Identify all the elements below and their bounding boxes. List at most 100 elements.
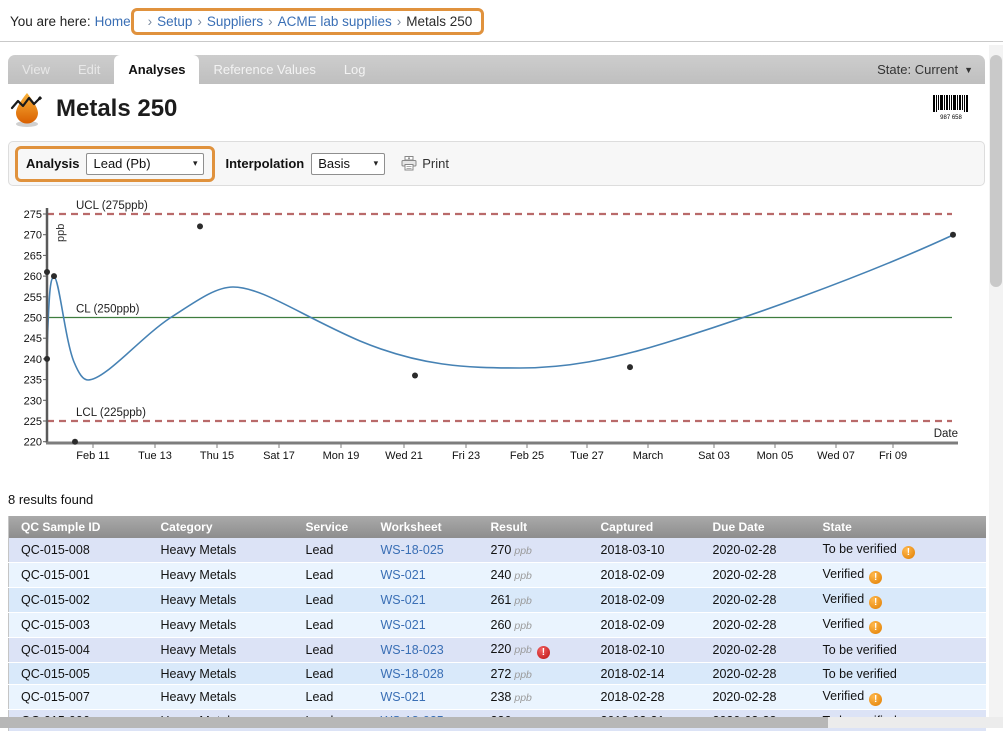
captured-cell: 2018-02-09 [589, 588, 701, 613]
column-header[interactable]: Worksheet [369, 516, 479, 538]
divider [0, 41, 1003, 42]
barcode-number: 987 658 [940, 115, 962, 121]
state-label: To be verified [823, 542, 897, 556]
tab-analyses[interactable]: Analyses [114, 55, 199, 84]
column-header[interactable]: QC Sample ID [9, 516, 149, 538]
result-cell: 220ppb! [479, 638, 589, 663]
column-header[interactable]: Service [294, 516, 369, 538]
captured-cell: 2018-02-10 [589, 638, 701, 663]
result-unit: ppb [514, 669, 532, 681]
x-tick-label: March [633, 450, 664, 462]
horizontal-scrollbar-thumb[interactable] [0, 717, 828, 728]
tab-reference-values[interactable]: Reference Values [199, 55, 329, 84]
worksheet-cell: WS-18-023 [369, 638, 479, 663]
results-table: QC Sample IDCategoryServiceWorksheetResu… [8, 516, 986, 732]
column-header[interactable]: State [811, 516, 986, 538]
data-point [197, 223, 203, 229]
breadcrumb-suppliers[interactable]: Suppliers [207, 14, 263, 29]
tab-edit[interactable]: Edit [64, 55, 114, 84]
interpolation-select[interactable]: Basis ▾ [311, 153, 385, 175]
captured-cell: 2018-03-10 [589, 538, 701, 563]
interpolation-label: Interpolation [225, 156, 304, 171]
state-cell: Verified! [811, 613, 986, 638]
captured-cell: 2018-02-28 [589, 685, 701, 710]
category-cell: Heavy Metals [149, 563, 294, 588]
x-tick-label: Feb 11 [76, 450, 109, 462]
result-value: 240 [491, 568, 512, 582]
table-row: QC-015-007Heavy MetalsLeadWS-021238ppb20… [9, 685, 986, 710]
qc-sample-id-cell: QC-015-005 [9, 663, 149, 685]
result-unit: ppb [514, 692, 532, 704]
horizontal-scrollbar-track[interactable] [0, 717, 1003, 728]
worksheet-link[interactable]: WS-021 [381, 618, 426, 632]
interpolation-select-value: Basis [318, 156, 350, 171]
late-warning-icon: ! [869, 596, 882, 609]
result-value: 261 [491, 593, 512, 607]
state-label: To be verified [823, 667, 897, 681]
barcode[interactable]: 987 658 [932, 95, 970, 126]
worksheet-link[interactable]: WS-021 [381, 568, 426, 582]
x-tick-label: Mon 05 [757, 450, 794, 462]
table-row: QC-015-002Heavy MetalsLeadWS-021261ppb20… [9, 588, 986, 613]
column-header[interactable]: Captured [589, 516, 701, 538]
series-line [47, 235, 953, 380]
category-cell: Heavy Metals [149, 613, 294, 638]
x-tick-label: Sat 03 [698, 450, 730, 462]
service-cell: Lead [294, 663, 369, 685]
due-date-cell: 2020-02-28 [701, 563, 811, 588]
qc-sample-id-cell: QC-015-003 [9, 613, 149, 638]
column-header[interactable]: Due Date [701, 516, 811, 538]
tab-view[interactable]: View [8, 55, 64, 84]
worksheet-link[interactable]: WS-18-023 [381, 643, 444, 657]
breadcrumb-home[interactable]: Home [95, 14, 131, 29]
worksheet-link[interactable]: WS-021 [381, 593, 426, 607]
column-header[interactable]: Result [479, 516, 589, 538]
x-tick-label: Fri 09 [879, 450, 907, 462]
state-label: Verified [823, 592, 865, 606]
result-cell: 240ppb [479, 563, 589, 588]
x-tick-label: Tue 27 [570, 450, 604, 462]
captured-cell: 2018-02-09 [589, 563, 701, 588]
analysis-label: Analysis [26, 156, 79, 171]
vertical-scrollbar-thumb[interactable] [990, 55, 1002, 287]
x-tick-label: Tue 13 [138, 450, 172, 462]
state-cell: Verified! [811, 588, 986, 613]
data-point [412, 372, 418, 378]
state-dropdown[interactable]: State: Current ▼ [865, 55, 985, 84]
result-unit: ppb [514, 570, 532, 582]
tab-log[interactable]: Log [330, 55, 380, 84]
x-tick-label: Sat 17 [263, 450, 295, 462]
title-row: Metals 250 [10, 90, 177, 128]
due-date-cell: 2020-02-28 [701, 538, 811, 563]
result-cell: 261ppb [479, 588, 589, 613]
breadcrumb-supplier-acme[interactable]: ACME lab supplies [278, 14, 392, 29]
worksheet-link[interactable]: WS-18-028 [381, 667, 444, 681]
result-cell: 272ppb [479, 663, 589, 685]
category-cell: Heavy Metals [149, 588, 294, 613]
select-arrow-icon: ▾ [193, 158, 198, 169]
breadcrumb-separator: › [148, 14, 153, 29]
data-point [44, 356, 50, 362]
captured-cell: 2018-02-14 [589, 663, 701, 685]
service-cell: Lead [294, 685, 369, 710]
vertical-scrollbar-track[interactable] [989, 45, 1003, 717]
result-value: 220 [491, 642, 512, 656]
breadcrumb-prefix: You are here: [10, 14, 91, 29]
breadcrumb-setup[interactable]: Setup [157, 14, 192, 29]
y-tick-label: 260 [24, 271, 42, 283]
print-button[interactable]: Print [401, 156, 449, 171]
printer-icon [401, 156, 417, 171]
worksheet-link[interactable]: WS-18-025 [381, 543, 444, 557]
worksheet-link[interactable]: WS-021 [381, 690, 426, 704]
x-tick-label: Thu 15 [200, 450, 234, 462]
analysis-controls-panel: Analysis Lead (Pb) ▾ Interpolation Basis… [8, 141, 985, 186]
qc-sample-id-cell: QC-015-004 [9, 638, 149, 663]
worksheet-cell: WS-18-025 [369, 538, 479, 563]
state-label: To be verified [823, 643, 897, 657]
column-header[interactable]: Category [149, 516, 294, 538]
worksheet-cell: WS-18-028 [369, 663, 479, 685]
analysis-select[interactable]: Lead (Pb) ▾ [86, 153, 204, 175]
y-tick-label: 230 [24, 395, 42, 407]
control-chart: UCL (275ppb)CL (250ppb)LCL (225ppb)27527… [8, 195, 985, 470]
reference-sample-icon [10, 90, 46, 128]
